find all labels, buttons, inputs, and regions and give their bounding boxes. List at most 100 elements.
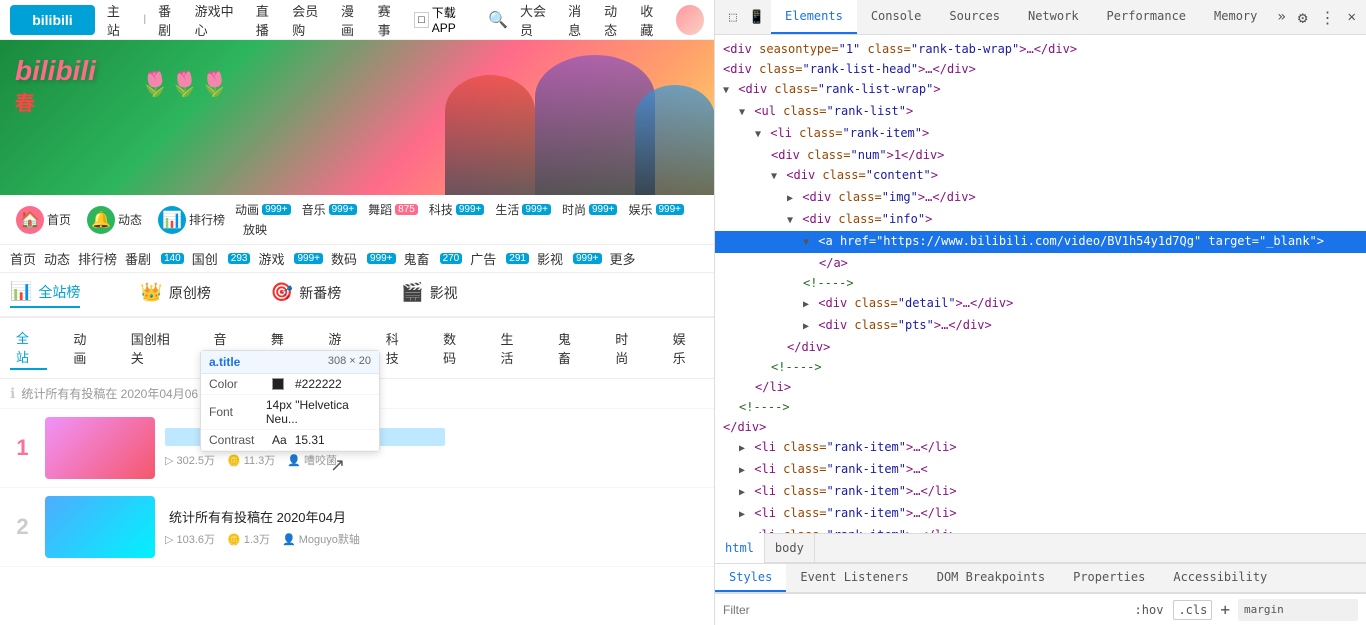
vip-label[interactable]: 大会员 xyxy=(520,1,556,39)
user-avatar[interactable] xyxy=(676,5,704,35)
tree-line-18[interactable]: </div> xyxy=(715,417,1366,437)
bilibili-logo[interactable]: bilibili xyxy=(10,5,95,35)
tree-line-3[interactable]: <ul class="rank-list"> xyxy=(715,101,1366,123)
nav2-games[interactable]: 游戏 xyxy=(258,249,284,268)
body-tab[interactable]: body xyxy=(765,533,815,563)
close-devtools-icon[interactable]: ✕ xyxy=(1341,5,1361,29)
rank-tab-all[interactable]: 📊 全站榜 xyxy=(10,281,80,308)
arrow-rank-list-wrap[interactable] xyxy=(723,82,729,100)
tree-line-16[interactable]: </li> xyxy=(715,377,1366,397)
rank-title-2[interactable]: 统计所有有投稿在 2020年04月 xyxy=(165,507,445,525)
tab-console[interactable]: Console xyxy=(857,0,936,34)
tree-line-0[interactable]: <div seasontype="1" class="rank-tab-wrap… xyxy=(715,39,1366,59)
nav2-more[interactable]: 更多 xyxy=(610,249,636,268)
nav2-film[interactable]: 影视 xyxy=(537,249,563,268)
styles-tab[interactable]: Styles xyxy=(715,564,786,592)
cat-anime[interactable]: 动画 xyxy=(235,201,259,218)
tree-line-10[interactable]: </a> xyxy=(715,253,1366,273)
arrow-li5[interactable] xyxy=(739,506,745,524)
cat-life[interactable]: 生活 xyxy=(495,201,519,218)
tree-line-4[interactable]: <li class="rank-item"> xyxy=(715,123,1366,145)
nav2-digital[interactable]: 数码 xyxy=(331,249,357,268)
cat-music[interactable]: 音乐 xyxy=(302,201,326,218)
tree-line-11[interactable]: <!----> xyxy=(715,273,1366,293)
tree-line-12[interactable]: <div class="detail">…</div> xyxy=(715,293,1366,315)
settings-icon[interactable]: ⚙ xyxy=(1292,4,1314,31)
subcat-ent[interactable]: 娱乐 xyxy=(667,327,704,369)
html-tree[interactable]: <div seasontype="1" class="rank-tab-wrap… xyxy=(715,35,1366,533)
arrow-a[interactable] xyxy=(803,234,809,252)
favorites-label[interactable]: 收藏 xyxy=(640,1,664,39)
cat-home[interactable]: 🏠 首页 xyxy=(10,203,77,237)
subcat-guochuang[interactable]: 国创相关 xyxy=(125,327,188,369)
filter-cls-btn[interactable]: .cls xyxy=(1173,600,1212,620)
rank-tab-original[interactable]: 👑 原创榜 xyxy=(140,282,210,307)
nav-home[interactable]: 主站 xyxy=(107,1,132,39)
tree-line-19[interactable]: <li class="rank-item">…</li> xyxy=(715,437,1366,459)
cat-tech[interactable]: 科技 xyxy=(429,201,453,218)
tree-line-13[interactable]: <div class="pts">…</div> xyxy=(715,315,1366,337)
tree-line-1[interactable]: <div class="rank-list-head">…</div> xyxy=(715,59,1366,79)
tree-line-7[interactable]: <div class="img">…</div> xyxy=(715,187,1366,209)
arrow-info[interactable] xyxy=(787,212,793,230)
tree-line-15[interactable]: <!----> xyxy=(715,357,1366,377)
subcat-digital[interactable]: 数码 xyxy=(437,327,474,369)
nav2-ghost[interactable]: 鬼畜 xyxy=(404,249,430,268)
subcat-fashion[interactable]: 时尚 xyxy=(609,327,646,369)
nav-esports[interactable]: 赛事 xyxy=(378,1,403,39)
tree-line-23[interactable]: <li class="rank-item">…</li> xyxy=(715,525,1366,533)
arrow-content[interactable] xyxy=(771,168,777,186)
subcat-life[interactable]: 生活 xyxy=(494,327,531,369)
dom-breakpoints-tab[interactable]: DOM Breakpoints xyxy=(923,564,1059,592)
subcat-tech[interactable]: 科技 xyxy=(380,327,417,369)
rank-tab-newbangumi[interactable]: 🎯 新番榜 xyxy=(271,282,341,307)
properties-tab[interactable]: Properties xyxy=(1059,564,1159,592)
messages-label[interactable]: 消息 xyxy=(568,1,592,39)
filter-plus-btn[interactable]: + xyxy=(1218,598,1232,621)
arrow-img[interactable] xyxy=(787,190,793,208)
nav2-dynamic[interactable]: 动态 xyxy=(44,249,70,268)
subcat-ghost[interactable]: 鬼畜 xyxy=(552,327,589,369)
tree-line-20[interactable]: <li class="rank-item">…< xyxy=(715,459,1366,481)
tree-line-6[interactable]: <div class="content"> xyxy=(715,165,1366,187)
tree-line-22[interactable]: <li class="rank-item">…</li> xyxy=(715,503,1366,525)
html-tab[interactable]: html xyxy=(715,533,765,563)
nav2-rank[interactable]: 排行榜 xyxy=(78,249,117,268)
tab-network[interactable]: Network xyxy=(1014,0,1093,34)
cat-ent[interactable]: 娱乐 xyxy=(628,201,652,218)
arrow-pts[interactable] xyxy=(803,318,809,336)
dynamic-label[interactable]: 动态 xyxy=(604,1,628,39)
arrow-li3[interactable] xyxy=(739,462,745,480)
tree-line-8[interactable]: <div class="info"> xyxy=(715,209,1366,231)
vertical-dots-icon[interactable]: ⋮ xyxy=(1313,4,1341,31)
nav2-guochuang[interactable]: 国创 xyxy=(192,249,218,268)
cat-cinema[interactable]: 放映 xyxy=(243,221,267,238)
tree-line-14[interactable]: </div> xyxy=(715,337,1366,357)
cat-rank[interactable]: 📊 排行榜 xyxy=(152,203,231,237)
tab-performance[interactable]: Performance xyxy=(1093,0,1200,34)
tree-line-17[interactable]: <!----> xyxy=(715,397,1366,417)
subcat-all[interactable]: 全站 xyxy=(10,326,47,370)
arrow-li2[interactable] xyxy=(739,440,745,458)
device-icon[interactable]: 📱 xyxy=(743,6,771,29)
rank-thumb-1[interactable] xyxy=(45,417,155,479)
tab-sources[interactable]: Sources xyxy=(935,0,1014,34)
rank-tab-film[interactable]: 🎬 影视 xyxy=(401,282,457,307)
nav2-bangumi[interactable]: 番剧 xyxy=(125,249,151,268)
accessibility-tab[interactable]: Accessibility xyxy=(1159,564,1281,592)
nav-games[interactable]: 游戏中心 xyxy=(195,1,244,39)
arrow-rank-item[interactable] xyxy=(755,126,761,144)
nav-shop[interactable]: 会员购 xyxy=(292,1,329,39)
filter-hov-btn[interactable]: :hov xyxy=(1131,601,1168,619)
search-icon[interactable]: 🔍 xyxy=(488,10,508,30)
tree-line-2[interactable]: <div class="rank-list-wrap"> xyxy=(715,79,1366,101)
arrow-rank-list[interactable] xyxy=(739,104,745,122)
inspect-icon[interactable]: ⬚ xyxy=(723,6,743,29)
nav2-ad[interactable]: 广告 xyxy=(470,249,496,268)
cat-dance[interactable]: 舞蹈 xyxy=(368,201,392,218)
rank-thumb-2[interactable] xyxy=(45,496,155,558)
arrow-detail[interactable] xyxy=(803,296,809,314)
tab-elements[interactable]: Elements xyxy=(771,0,857,34)
tree-line-9[interactable]: <a href="https://www.bilibili.com/video/… xyxy=(715,231,1366,253)
subcat-anime[interactable]: 动画 xyxy=(67,327,104,369)
